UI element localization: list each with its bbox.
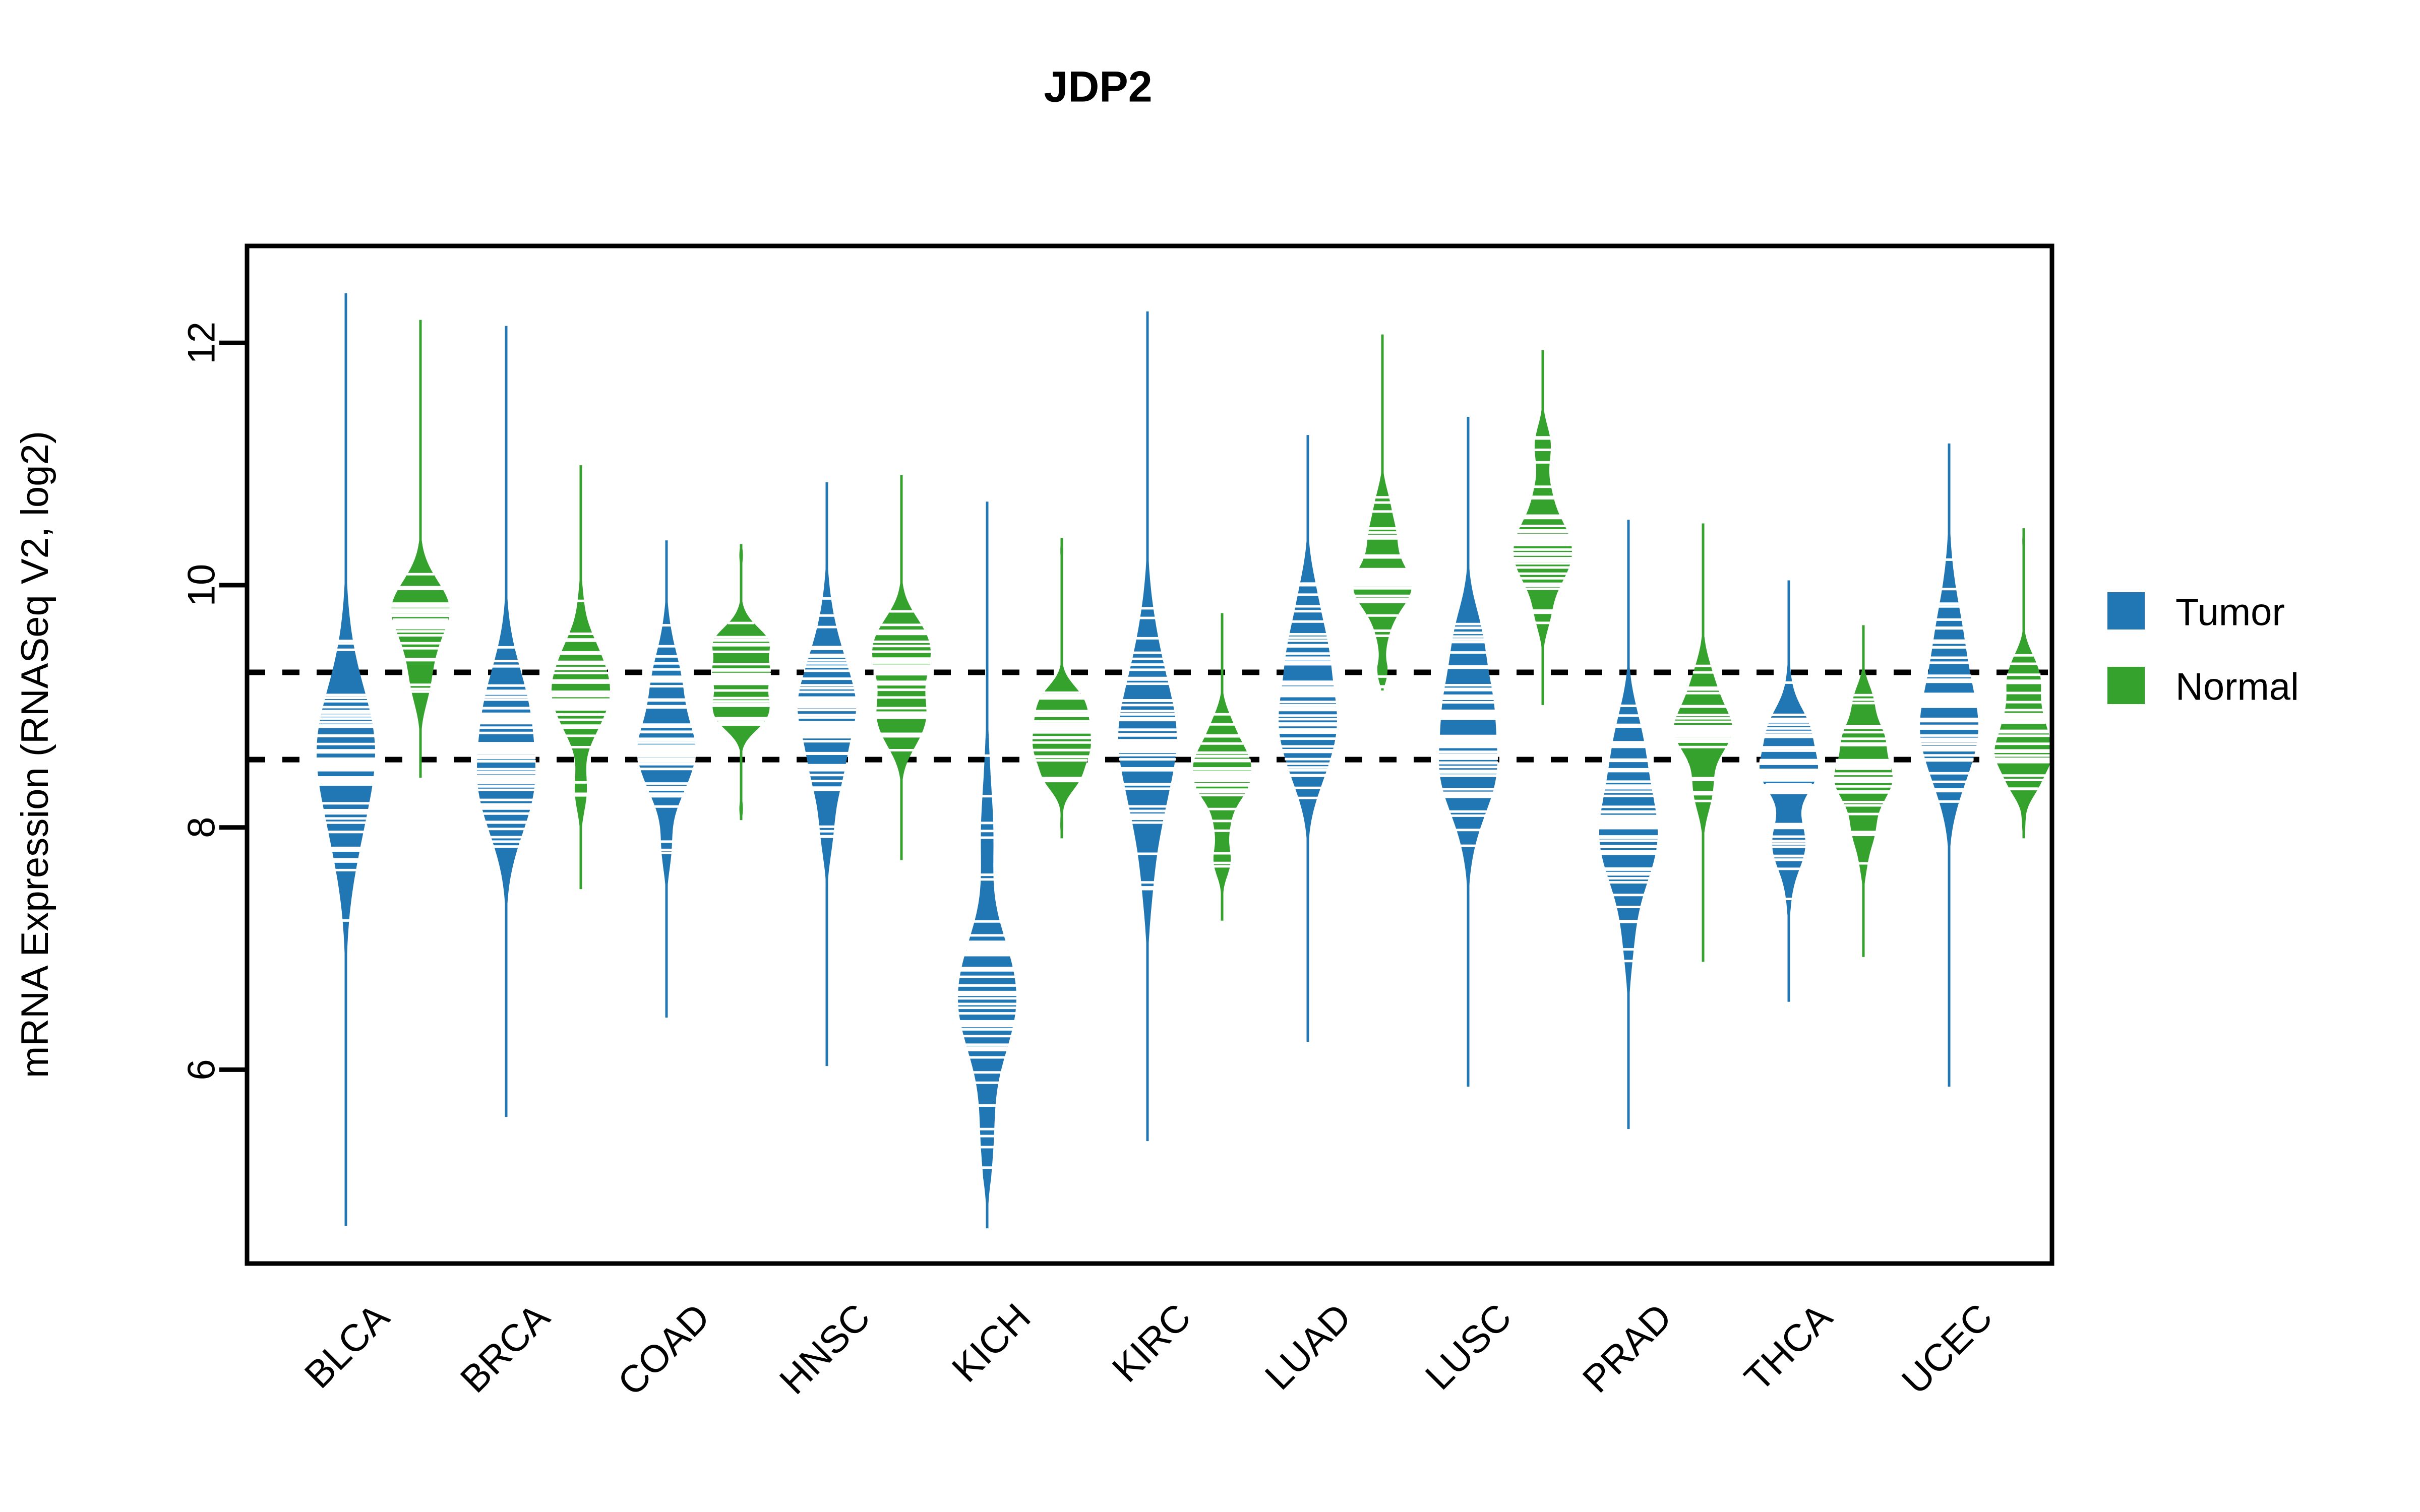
chart-root: JDP2 mRNA Expression (RNASeq V2, log2) 6… xyxy=(0,0,2420,1512)
legend-label-normal: Normal xyxy=(2175,666,2299,709)
legend-swatch-tumor xyxy=(2107,592,2145,629)
legend-swatch-normal xyxy=(2107,667,2145,704)
y-tick-label: 12 xyxy=(180,322,223,364)
page-title: JDP2 xyxy=(1044,63,1152,111)
y-tick-label: 10 xyxy=(180,564,223,607)
y-tick-label: 6 xyxy=(180,1059,223,1080)
y-axis-title: mRNA Expression (RNASeq V2, log2) xyxy=(14,431,56,1078)
y-tick-label: 8 xyxy=(180,817,223,838)
violin-plot-canvas: JDP2 mRNA Expression (RNASeq V2, log2) 6… xyxy=(0,0,2420,1512)
legend-label-tumor: Tumor xyxy=(2175,591,2285,634)
